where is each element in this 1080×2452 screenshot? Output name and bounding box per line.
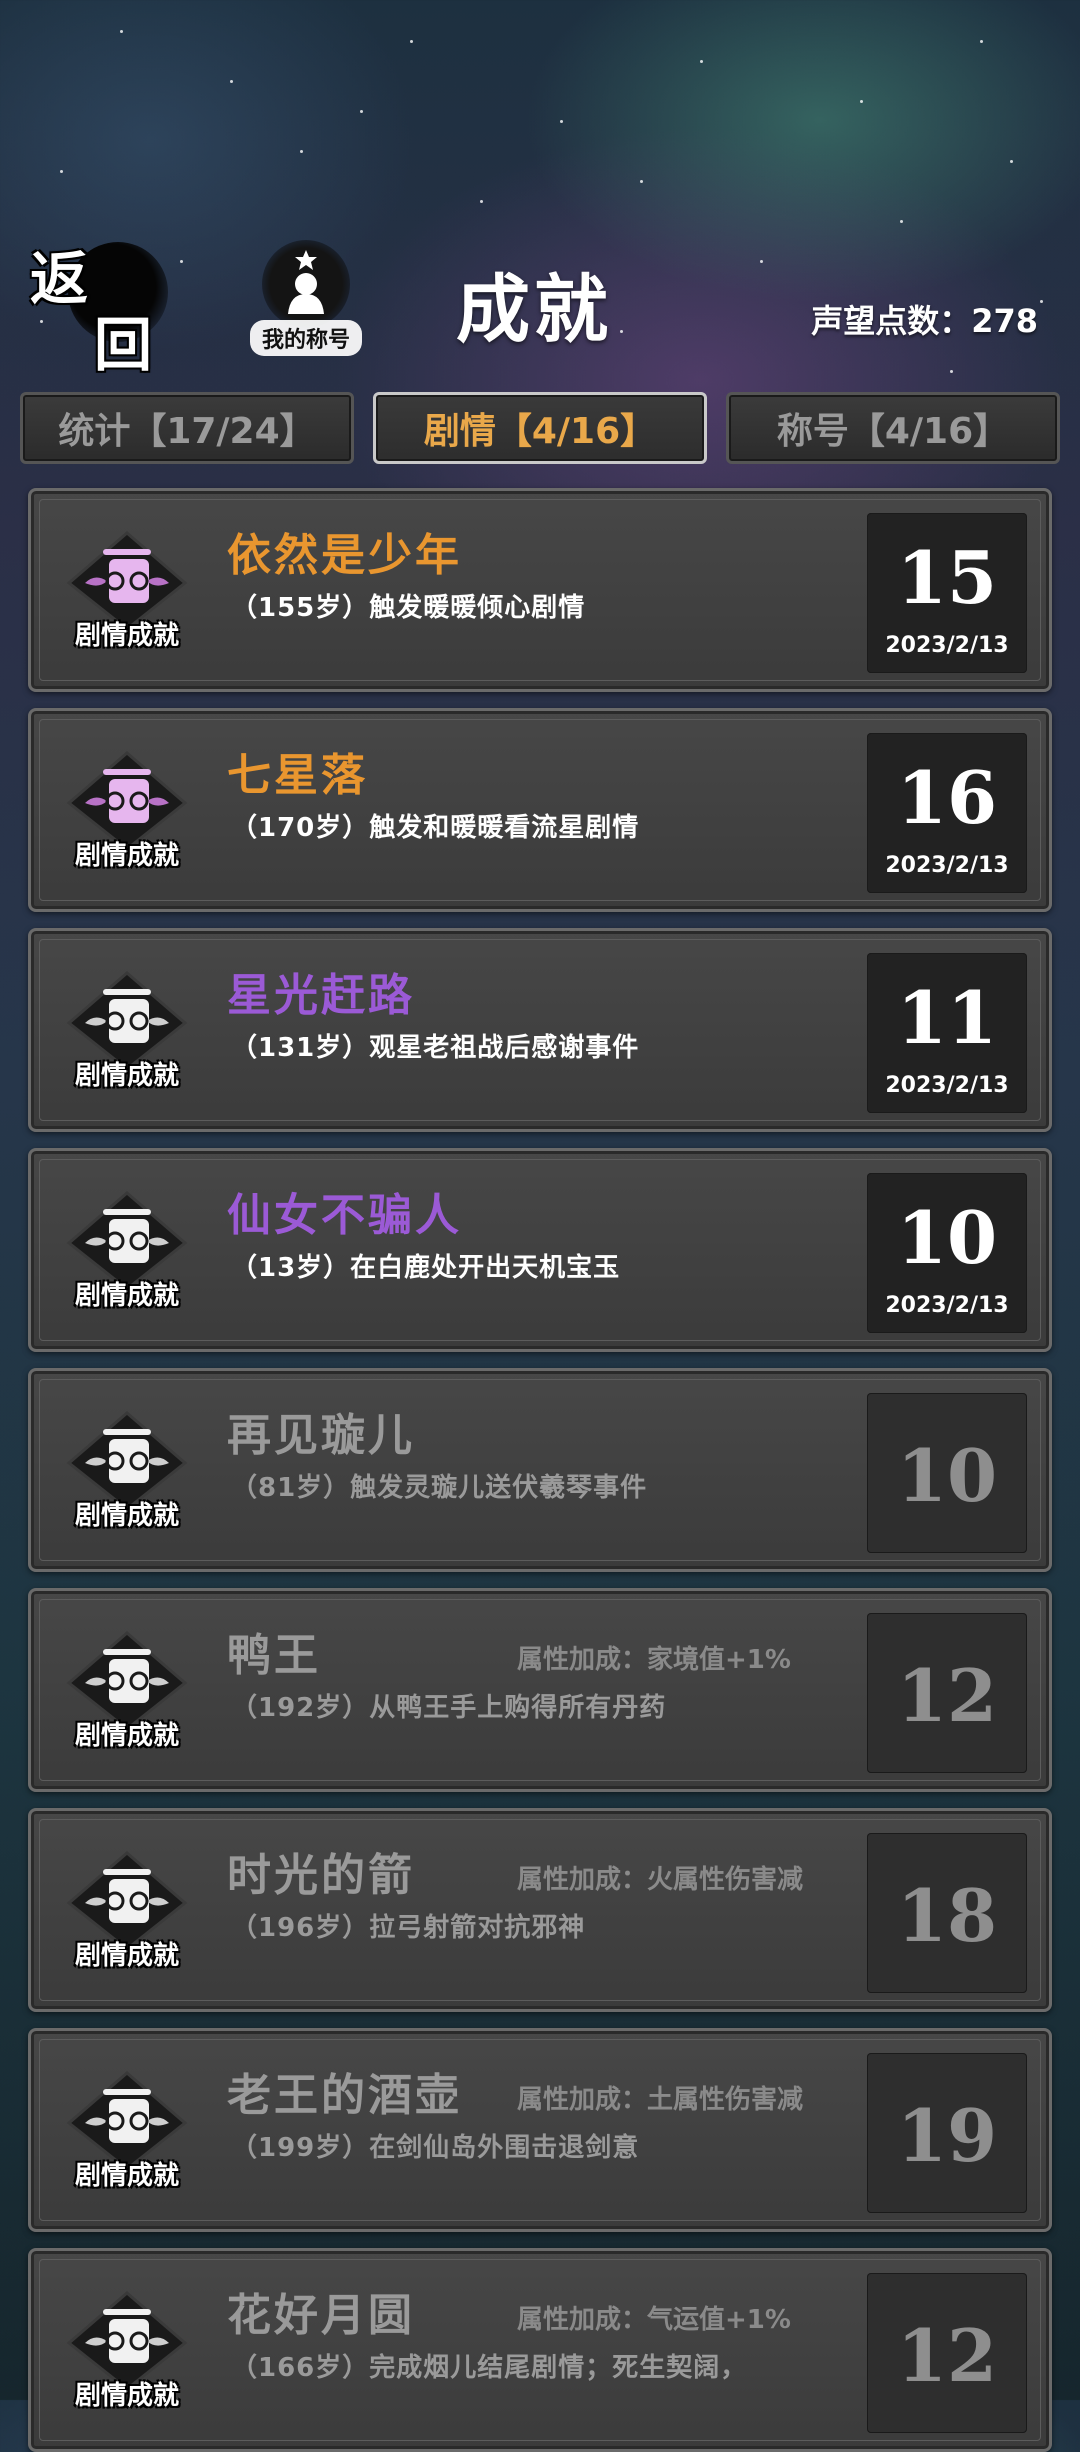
- achievement-points-box: 12: [867, 1613, 1027, 1773]
- achievement-attribute-bonus: 属性加成：家境值+1%: [517, 1645, 791, 1675]
- achievement-title: 七星落: [227, 750, 368, 801]
- achievement-points: 19: [896, 2093, 998, 2178]
- my-title-button[interactable]: 我的称号: [250, 240, 362, 356]
- achievement-description: （81岁）触发灵璇儿送伏羲琴事件: [231, 1473, 648, 1503]
- achievement-title: 依然是少年: [227, 530, 462, 581]
- achievement-points: 10: [896, 1433, 998, 1518]
- back-label-char-1: 返: [30, 245, 89, 313]
- achievement-description: （192岁）从鸭王手上购得所有丹药: [231, 1693, 667, 1723]
- achievement-card[interactable]: 剧情成就 星光赶路 （131岁）观星老祖战后感谢事件 11 2023/2/13: [28, 928, 1052, 1132]
- badge-label: 剧情成就: [74, 2381, 179, 2411]
- page-title: 成就: [456, 267, 612, 353]
- achievement-card[interactable]: 剧情成就 老王的酒壶 属性加成：土属性伤害减 （199岁）在剑仙岛外围击退剑意 19: [28, 2028, 1052, 2232]
- achievement-title: 时光的箭: [227, 1850, 415, 1901]
- achievement-attribute-bonus: 属性加成：火属性伤害减: [517, 1865, 804, 1895]
- achievement-description: （155岁）触发暖暖倾心剧情: [231, 593, 586, 623]
- achievement-description: （199岁）在剑仙岛外围击退剑意: [231, 2133, 640, 2163]
- prestige-points: 声望点数：278: [811, 302, 1038, 340]
- my-title-label: 我的称号: [250, 320, 362, 356]
- achievement-card[interactable]: 剧情成就 时光的箭 属性加成：火属性伤害减 （196岁）拉弓射箭对抗邪神 18: [28, 1808, 1052, 2012]
- story-achievement-badge-icon: 剧情成就: [57, 1405, 197, 1545]
- story-achievement-badge-icon: 剧情成就: [57, 1845, 197, 1985]
- achievement-title: 再见璇儿: [227, 1410, 415, 1461]
- achievement-points: 11: [896, 975, 998, 1060]
- achievement-points-box: 11 2023/2/13: [867, 953, 1027, 1113]
- tab-story[interactable]: 剧情【4/16】: [373, 392, 707, 464]
- story-achievement-badge-icon: 剧情成就: [57, 2065, 197, 2205]
- badge-label: 剧情成就: [74, 621, 179, 651]
- tab-statistics-label: 统计【17/24】: [58, 411, 316, 452]
- achievement-date: 2023/2/13: [885, 853, 1009, 878]
- achievement-title: 星光赶路: [227, 970, 415, 1021]
- badge-label: 剧情成就: [74, 1721, 179, 1751]
- achievement-points: 16: [896, 755, 998, 840]
- achievement-card[interactable]: 剧情成就 花好月圆 属性加成：气运值+1% （166岁）完成烟儿结尾剧情；死生契阔， 1…: [28, 2248, 1052, 2452]
- achievement-description: （170岁）触发和暖暖看流星剧情: [231, 813, 640, 843]
- story-achievement-badge-icon: 剧情成就: [57, 1625, 197, 1765]
- badge-label: 剧情成就: [74, 1501, 179, 1531]
- achievement-description: （13岁）在白鹿处开出天机宝玉: [231, 1253, 621, 1283]
- tab-story-label: 剧情【4/16】: [423, 411, 657, 452]
- badge-label: 剧情成就: [74, 1941, 179, 1971]
- achievement-description: （166岁）完成烟儿结尾剧情；死生契阔，: [231, 2353, 748, 2383]
- tab-titles[interactable]: 称号【4/16】: [726, 392, 1060, 464]
- achievement-title: 鸭王: [227, 1630, 321, 1681]
- achievement-card[interactable]: 剧情成就 鸭王 属性加成：家境值+1% （192岁）从鸭王手上购得所有丹药 12: [28, 1588, 1052, 1792]
- badge-label: 剧情成就: [74, 1281, 179, 1311]
- story-achievement-badge-icon: 剧情成就: [57, 965, 197, 1105]
- achievement-title: 老王的酒壶: [227, 2070, 462, 2121]
- achievement-card[interactable]: 剧情成就 七星落 （170岁）触发和暖暖看流星剧情 16 2023/2/13: [28, 708, 1052, 912]
- tab-titles-label: 称号【4/16】: [776, 411, 1010, 452]
- achievement-date: 2023/2/13: [885, 1293, 1009, 1318]
- story-achievement-badge-icon: 剧情成就: [57, 2285, 197, 2425]
- achievement-points-box: 10 2023/2/13: [867, 1173, 1027, 1333]
- achievement-title: 花好月圆: [227, 2290, 415, 2341]
- tab-statistics[interactable]: 统计【17/24】: [20, 392, 354, 464]
- badge-label: 剧情成就: [74, 841, 179, 871]
- achievement-date: 2023/2/13: [885, 633, 1009, 658]
- achievement-points-box: 18: [867, 1833, 1027, 1993]
- back-label-char-2: 回: [94, 311, 153, 379]
- achievement-points-box: 19: [867, 2053, 1027, 2213]
- achievement-points: 15: [896, 535, 998, 620]
- achievement-points: 12: [896, 1653, 998, 1738]
- achievement-points: 18: [896, 1873, 998, 1958]
- story-achievement-badge-icon: 剧情成就: [57, 525, 197, 665]
- achievement-description: （131岁）观星老祖战后感谢事件: [231, 1033, 640, 1063]
- category-tabs: 统计【17/24】 剧情【4/16】 称号【4/16】: [20, 392, 1060, 466]
- back-button[interactable]: 返 回: [28, 232, 168, 379]
- achievement-points-box: 12: [867, 2273, 1027, 2433]
- achievement-points-box: 16 2023/2/13: [867, 733, 1027, 893]
- achievement-description: （196岁）拉弓射箭对抗邪神: [231, 1913, 586, 1943]
- badge-label: 剧情成就: [74, 2161, 179, 2191]
- achievement-points: 12: [896, 2313, 998, 2398]
- achievement-attribute-bonus: 属性加成：土属性伤害减: [517, 2085, 804, 2115]
- achievement-date: 2023/2/13: [885, 1073, 1009, 1098]
- achievement-card[interactable]: 剧情成就 依然是少年 （155岁）触发暖暖倾心剧情 15 2023/2/13: [28, 488, 1052, 692]
- achievement-card[interactable]: 剧情成就 仙女不骗人 （13岁）在白鹿处开出天机宝玉 10 2023/2/13: [28, 1148, 1052, 1352]
- achievement-points-box: 10: [867, 1393, 1027, 1553]
- user-avatar-icon: [262, 240, 350, 328]
- achievement-attribute-bonus: 属性加成：气运值+1%: [517, 2305, 791, 2335]
- achievement-points: 10: [896, 1195, 998, 1280]
- achievement-title: 仙女不骗人: [227, 1190, 462, 1241]
- story-achievement-badge-icon: 剧情成就: [57, 745, 197, 885]
- story-achievement-badge-icon: 剧情成就: [57, 1185, 197, 1325]
- achievement-card[interactable]: 剧情成就 再见璇儿 （81岁）触发灵璇儿送伏羲琴事件 10: [28, 1368, 1052, 1572]
- achievement-points-box: 15 2023/2/13: [867, 513, 1027, 673]
- badge-label: 剧情成就: [74, 1061, 179, 1091]
